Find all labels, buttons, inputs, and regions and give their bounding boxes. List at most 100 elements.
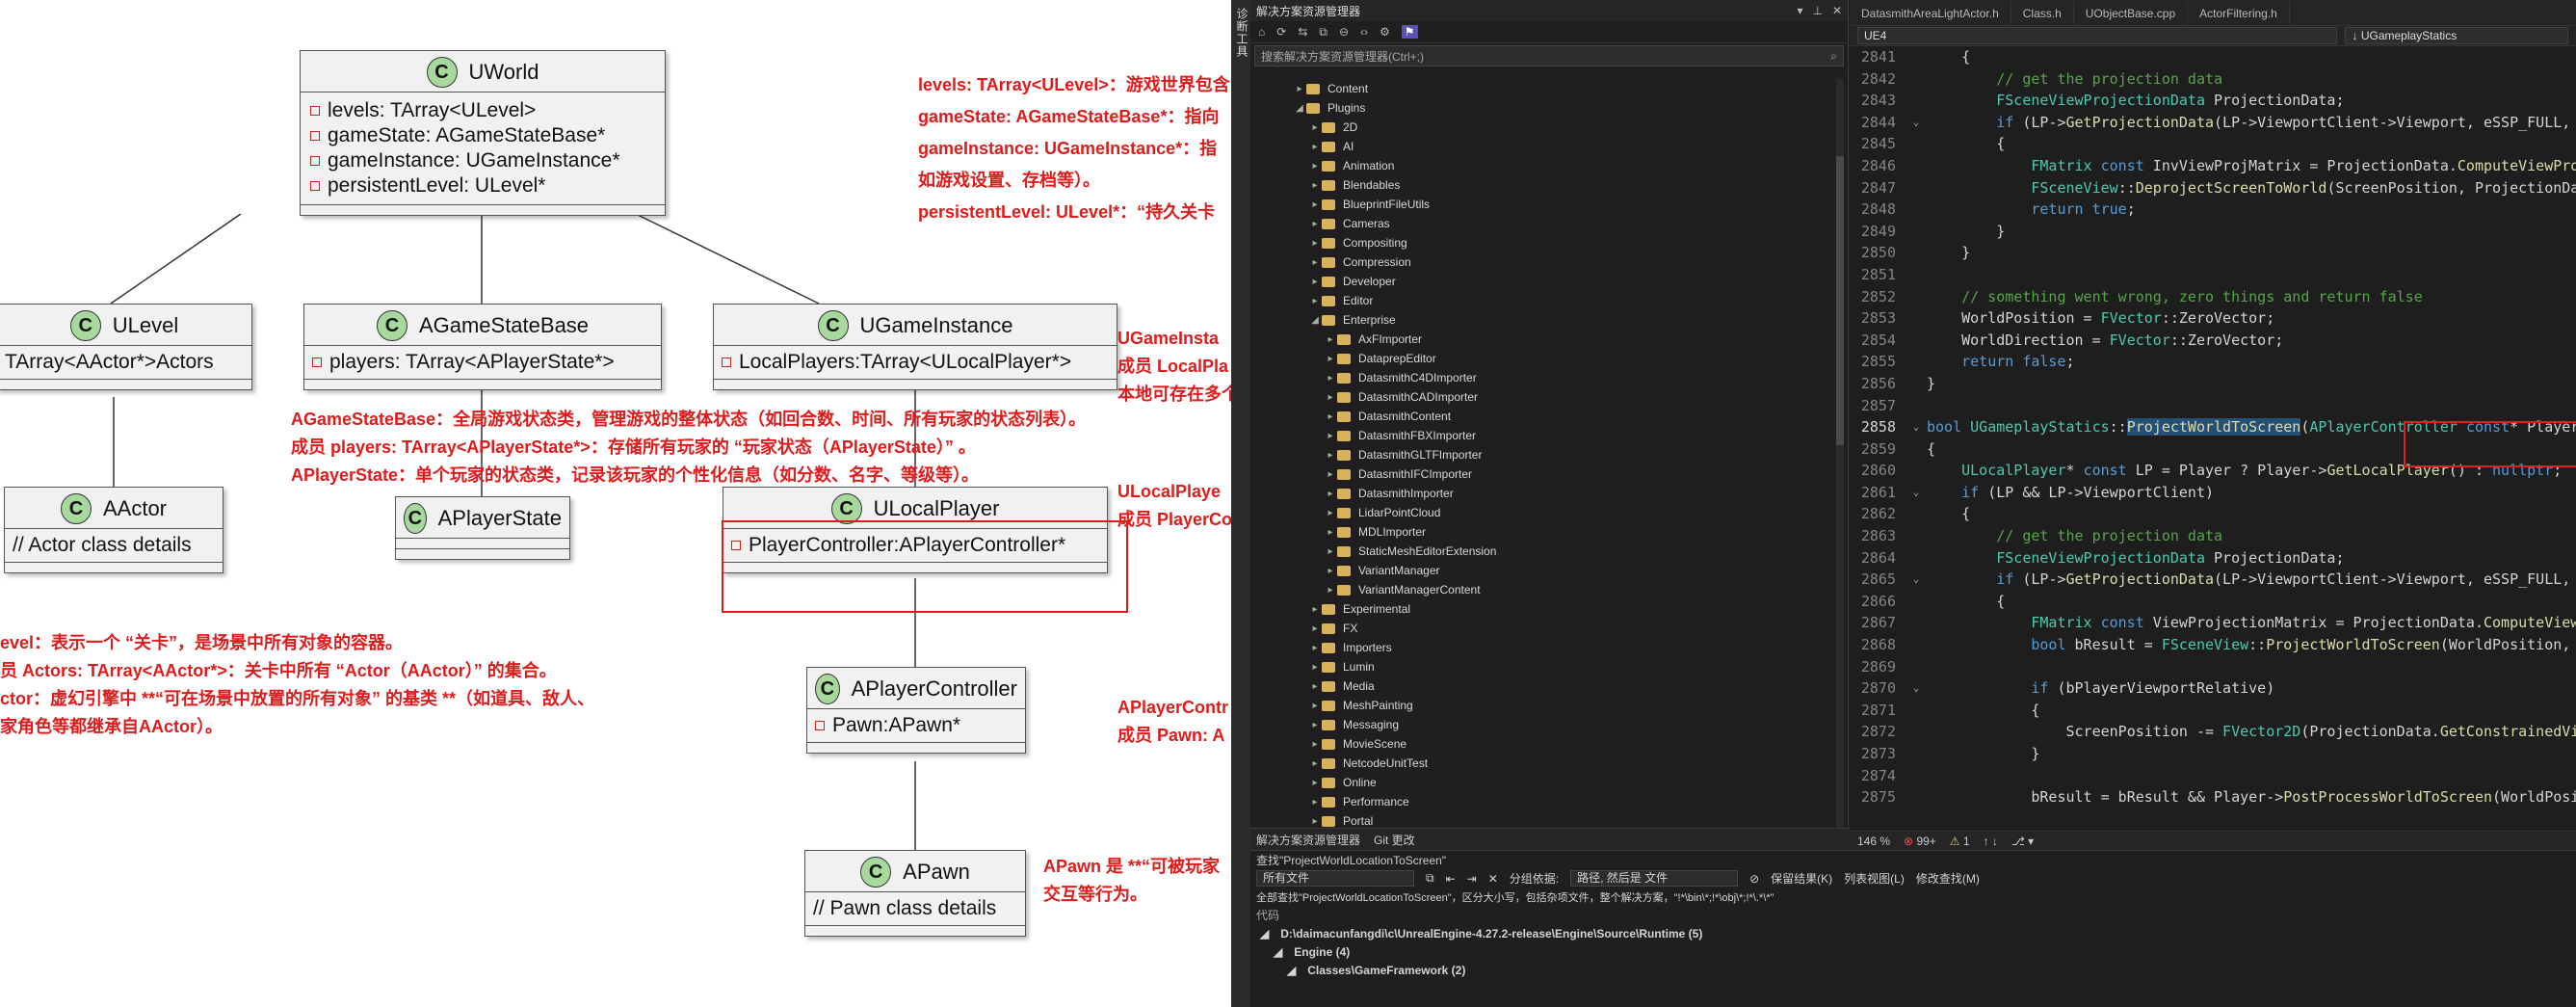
refresh-icon[interactable]: ⟳ [1276,25,1286,39]
editor-tab[interactable]: ActorFiltering.h [2188,2,2290,25]
tree-item[interactable]: ▸ Online [1250,773,1828,792]
collapsed-arrow-icon[interactable]: ▸ [1324,546,1337,557]
collapsed-arrow-icon[interactable]: ▸ [1308,161,1322,172]
collapsed-arrow-icon[interactable]: ▸ [1324,411,1337,422]
tree-item[interactable]: ▸ Developer [1250,272,1828,291]
tree-item[interactable]: ▸ VariantManagerContent [1250,580,1828,599]
expand-icon[interactable]: ◢ [1287,964,1296,977]
tree-item[interactable]: ▸ Lumin [1250,657,1828,676]
scope-select[interactable]: 所有文件 [1256,870,1414,887]
editor-tab[interactable]: DatasmithAreaLightActor.h [1850,2,2011,25]
tree-item[interactable]: ▸ StaticMeshEditorExtension [1250,542,1828,561]
sync-icon[interactable]: ⇆ [1298,25,1307,39]
tree-item[interactable]: ▸ 2D [1250,118,1828,137]
collapsed-arrow-icon[interactable]: ▸ [1324,469,1337,480]
list-view-button[interactable]: 列表视图(L) [1844,870,1905,887]
clear-icon[interactable]: ✕ [1488,872,1498,886]
collapsed-arrow-icon[interactable]: ▸ [1308,296,1322,306]
home-icon[interactable]: ⌂ [1258,25,1265,39]
tree-item[interactable]: ▸ Animation [1250,156,1828,175]
collapsed-arrow-icon[interactable]: ▸ [1308,199,1322,210]
collapsed-arrow-icon[interactable]: ▸ [1308,604,1322,615]
keep-results-button[interactable]: 保留结果(K) [1771,870,1832,887]
collapsed-arrow-icon[interactable]: ▸ [1308,142,1322,152]
collapsed-arrow-icon[interactable]: ▸ [1324,431,1337,441]
collapsed-arrow-icon[interactable]: ▸ [1308,681,1322,692]
tree-item[interactable]: ▸ DataprepEditor [1250,349,1828,368]
collapsed-arrow-icon[interactable]: ▸ [1324,334,1337,345]
prev-result-icon[interactable]: ⇤ [1446,872,1456,886]
expanded-arrow-icon[interactable]: ◢ [1308,315,1322,326]
tree-item[interactable]: ▸ MovieScene [1250,734,1828,754]
search-icon[interactable]: ⌕ [1830,49,1837,64]
collapsed-arrow-icon[interactable]: ▸ [1324,354,1337,364]
collapsed-arrow-icon[interactable]: ▸ [1324,373,1337,384]
tree-item[interactable]: ▸ Content [1250,79,1828,98]
tree-item[interactable]: ▸ DatasmithContent [1250,407,1828,426]
collapsed-arrow-icon[interactable]: ▸ [1324,450,1337,461]
tab-solution-explorer[interactable]: 解决方案资源管理器 [1256,832,1360,848]
expanded-arrow-icon[interactable]: ◢ [1293,103,1306,114]
tab-git-changes[interactable]: Git 更改 [1374,832,1415,848]
collapsed-arrow-icon[interactable]: ▸ [1308,180,1322,191]
collapsed-arrow-icon[interactable]: ▸ [1308,778,1322,788]
collapsed-arrow-icon[interactable]: ▸ [1324,508,1337,518]
tree-item[interactable]: ◢ Enterprise [1250,310,1828,330]
collapsed-arrow-icon[interactable]: ▸ [1308,662,1322,673]
copy-icon[interactable]: ⧉ [1319,25,1327,40]
tree-item[interactable]: ▸ Editor [1250,291,1828,310]
collapsed-arrow-icon[interactable]: ▸ [1308,739,1322,750]
collapsed-arrow-icon[interactable]: ▸ [1308,623,1322,634]
collapsed-arrow-icon[interactable]: ▸ [1308,720,1322,730]
collapsed-arrow-icon[interactable]: ▸ [1308,816,1322,827]
tree-item[interactable]: ▸ LidarPointCloud [1250,503,1828,522]
code-view-icon[interactable]: ‹› [1360,25,1368,39]
result-group[interactable]: D:\daimacunfangdi\c\UnrealEngine-4.27.2-… [1280,927,1702,941]
tree-item[interactable]: ▸ DatasmithImporter [1250,484,1828,503]
branch-icon[interactable]: ⎇ ▾ [2011,835,2034,848]
solution-search-input[interactable]: 搜索解决方案资源管理器(Ctrl+;) ⌕ [1254,45,1844,66]
tree-scrollbar[interactable] [1836,79,1844,831]
result-group[interactable]: Classes\GameFramework (2) [1307,964,1465,977]
collapsed-arrow-icon[interactable]: ▸ [1308,219,1322,229]
collapsed-arrow-icon[interactable]: ▸ [1324,585,1337,596]
copy-icon[interactable]: ⧉ [1426,871,1434,886]
modify-find-button[interactable]: 修改查找(M) [1916,870,1980,887]
diagnostics-tab[interactable]: 诊断工具 [1234,8,1250,58]
collapsed-arrow-icon[interactable]: ▸ [1308,238,1322,249]
tree-item[interactable]: ◢ Plugins [1250,98,1828,118]
collapsed-arrow-icon[interactable]: ▸ [1324,392,1337,403]
collapsed-arrow-icon[interactable]: ▸ [1308,797,1322,808]
warning-count[interactable]: 1 [1963,835,1970,848]
tree-item[interactable]: ▸ Blendables [1250,175,1828,195]
tree-item[interactable]: ▸ Compression [1250,252,1828,272]
expand-icon[interactable]: ◢ [1260,927,1269,941]
collapsed-arrow-icon[interactable]: ▸ [1293,84,1306,94]
project-dropdown[interactable]: UE4 [1857,27,2338,44]
collapsed-arrow-icon[interactable]: ▸ [1308,122,1322,133]
stop-icon[interactable]: ⊘ [1749,872,1759,886]
side-tool-strip[interactable]: 诊断工具 [1231,0,1251,1007]
tree-item[interactable]: ▸ Messaging [1250,715,1828,734]
error-count[interactable]: 99+ [1916,835,1935,848]
dropdown-icon[interactable]: ▾ [1797,4,1802,17]
editor-tab[interactable]: UObjectBase.cpp [2074,2,2189,25]
group-by-select[interactable]: 路径, 然后是 文件 [1570,870,1739,887]
tree-item[interactable]: ▸ MDLImporter [1250,522,1828,542]
preview-icon[interactable]: ⚑ [1401,25,1418,39]
tree-item[interactable]: ▸ VariantManager [1250,561,1828,580]
next-result-icon[interactable]: ⇥ [1467,872,1477,886]
close-icon[interactable]: ✕ [1832,4,1842,17]
collapsed-arrow-icon[interactable]: ▸ [1308,758,1322,769]
tree-item[interactable]: ▸ Cameras [1250,214,1828,233]
tree-item[interactable]: ▸ MeshPainting [1250,696,1828,715]
tree-item[interactable]: ▸ DatasmithFBXImporter [1250,426,1828,445]
tree-item[interactable]: ▸ AxFImporter [1250,330,1828,349]
pin-icon[interactable]: ⊥ [1812,4,1822,17]
tree-item[interactable]: ▸ DatasmithGLTFImporter [1250,445,1828,464]
tree-item[interactable]: ▸ AI [1250,137,1828,156]
tree-item[interactable]: ▸ Media [1250,676,1828,696]
tree-item[interactable]: ▸ Experimental [1250,599,1828,619]
nav-arrows[interactable]: ↑ ↓ [1984,835,1998,848]
collapsed-arrow-icon[interactable]: ▸ [1308,701,1322,711]
